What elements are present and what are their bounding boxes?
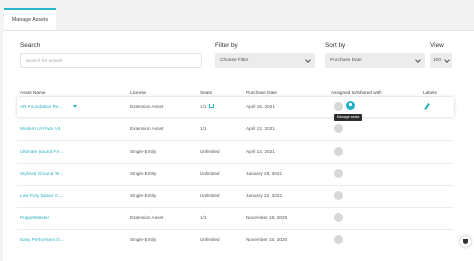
table-row[interactable]: PuppetMaster Extension Asset 1/1 Novembe… [17,208,454,228]
table-row[interactable]: Low Poly Space C... Single-Entity Unlimi… [17,186,454,206]
seats-cell: Unlimited [200,237,220,242]
filter-label: Filter by [215,42,238,49]
seats-cell: 1/1 [200,126,207,131]
view-select[interactable]: 100 [430,53,452,68]
avatar-icon [334,235,343,244]
license-cell: Single-Entity [130,171,157,176]
license-cell: Single-Entity [130,237,157,242]
asset-name-link[interactable]: Stylized Ground Te... [20,164,63,184]
search-label: Search [20,42,41,49]
purchase-date-cell: January 28, 2021 [246,171,283,176]
seats-cell: 1/1 [200,215,207,220]
purchase-date-cell: April 12, 2021 [246,126,275,131]
table-row[interactable]: Ultimate Sound FX ... Single-Entity Unli… [17,142,454,162]
filter-select-value: Choose Filter [220,58,249,63]
manage-seats-icon[interactable] [346,101,355,110]
avatar-icon [334,169,343,178]
avatar-icon [334,147,343,156]
sort-select-value: Purchase Date [330,58,362,63]
col-header-labels: Labels [423,90,437,95]
asset-name-link[interactable]: Modern UI Pack V4 [20,119,61,139]
asset-name-link[interactable]: Easy Performant O... [20,230,64,250]
chevron-down-icon [444,57,450,63]
purchase-date-cell: April 15, 2021 [246,104,275,109]
chevron-down-icon [305,57,311,63]
col-header-purchase-date: Purchase Date [246,90,278,95]
license-cell: Single-Entity [130,193,157,198]
asset-name-link[interactable]: AR Foundation Re... [20,97,62,117]
asset-name-link[interactable]: PuppetMaster [20,208,49,228]
table-row[interactable]: Modern UI Pack V4 Extension Asset 1/1 Ap… [17,119,454,139]
asset-name-link[interactable]: Ultimate Sound FX ... [20,142,65,162]
sort-select[interactable]: Purchase Date [325,53,425,68]
purchase-date-cell: January 22, 2021 [246,193,283,198]
avatar-icon [334,191,343,200]
seats-cell: Unlimited [200,149,220,154]
avatar-icon [334,124,343,133]
asset-name-link[interactable]: Low Poly Space C... [20,186,62,206]
view-label: View [430,42,444,49]
purchase-date-cell: November 18, 2020 [246,215,288,220]
seats-cell: Unlimited [200,193,220,198]
shield-icon[interactable] [460,236,471,247]
chevron-down-icon [415,57,421,63]
col-header-seats: Seats [200,90,212,95]
avatar-icon [334,102,343,111]
view-select-value: 100 [433,58,442,63]
avatar-icon [334,213,343,222]
table-row[interactable]: Stylized Ground Te... Single-Entity Unli… [17,164,454,184]
license-cell: Extension Asset [130,126,164,131]
row-divider [17,140,454,141]
col-header-license: License [130,90,147,95]
col-header-assigned: Assigned to/Shared with [331,90,382,95]
purchase-date-cell: November 16, 2020 [246,237,288,242]
filter-select[interactable]: Choose Filter [215,53,315,68]
license-cell: Extension Asset [130,104,164,109]
table-row[interactable]: Easy Performant O... Single-Entity Unlim… [17,230,454,250]
table-row[interactable]: AR Foundation Re... Extension Asset 1/1 … [17,97,454,117]
sort-label: Sort by [325,42,346,49]
tab-manage-assets[interactable]: Manage Assets [4,8,56,30]
col-header-asset-name: Asset Name [20,90,46,95]
seats-cell: Unlimited [200,171,220,176]
seats-cell: 1/1 [200,104,207,109]
license-cell: Extension Asset [130,215,164,220]
license-cell: Single-Entity [130,149,157,154]
purchase-date-cell: April 12, 2021 [246,149,275,154]
search-input[interactable]: search for assets [20,53,202,68]
dropdown-caret-icon[interactable] [73,105,77,108]
cart-icon[interactable] [209,104,214,108]
pin-icon[interactable] [424,103,430,110]
